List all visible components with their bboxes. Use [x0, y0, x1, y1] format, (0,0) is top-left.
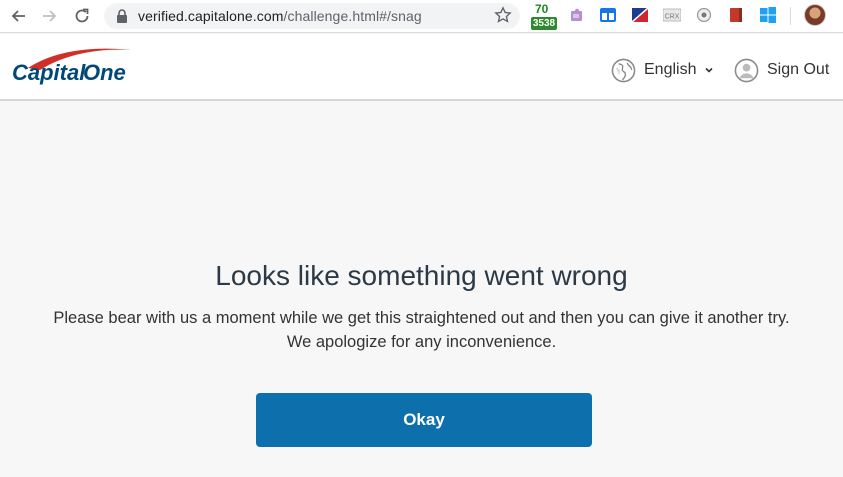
main-content: Looks like something went wrong Please b… — [0, 101, 843, 477]
capital-one-logo[interactable]: Capital One — [10, 44, 140, 92]
browser-toolbar: verified.capitalone.com/challenge.html#/… — [0, 0, 843, 33]
user-avatar-icon — [734, 58, 759, 82]
target-extension-icon[interactable] — [695, 6, 713, 24]
logo-text-capital: Capital — [12, 60, 86, 85]
url-host: verified.capitalone.com — [138, 8, 284, 24]
signout-label: Sign Out — [767, 61, 830, 78]
window-extension-icon[interactable] — [599, 6, 617, 24]
flag-extension-icon[interactable] — [631, 6, 649, 24]
globe-icon — [611, 58, 636, 82]
forward-arrow-icon — [43, 10, 57, 22]
forward-button[interactable] — [38, 4, 62, 28]
badge-top-count: 70 — [535, 2, 549, 16]
signout-link[interactable]: Sign Out — [734, 57, 829, 83]
badge-bottom-count: 3538 — [531, 17, 557, 30]
site-header: Capital One English Sign Out — [0, 34, 843, 101]
puzzle-extension-icon[interactable] — [568, 6, 586, 24]
language-label: English — [644, 61, 697, 78]
book-extension-icon[interactable] — [727, 6, 745, 24]
profile-avatar[interactable] — [804, 4, 826, 26]
error-title: Looks like something went wrong — [215, 260, 628, 291]
crx-extension-icon[interactable]: CRX — [663, 6, 681, 24]
url-text: verified.capitalone.com/challenge.html#/… — [138, 8, 422, 24]
lock-icon — [117, 9, 127, 23]
url-path: /challenge.html#/snag — [283, 8, 422, 24]
windows-extension-icon[interactable] — [759, 6, 777, 24]
logo-swoosh-icon: Capital One — [12, 48, 130, 85]
badge-extension[interactable]: 70 3538 — [531, 2, 557, 30]
bookmark-star-icon[interactable] — [494, 6, 512, 24]
logo-text-one: One — [83, 60, 126, 85]
crx-extension-label: CRX — [665, 14, 680, 21]
reload-button[interactable] — [70, 4, 94, 28]
chevron-down-icon — [705, 67, 714, 73]
language-selector[interactable]: English — [611, 57, 714, 83]
error-message: Please bear with us a moment while we ge… — [53, 309, 790, 351]
back-button[interactable] — [6, 4, 30, 28]
back-arrow-icon — [11, 10, 25, 22]
toolbar-separator — [790, 7, 791, 25]
okay-button[interactable]: Okay — [256, 393, 592, 447]
address-bar[interactable]: verified.capitalone.com/challenge.html#/… — [104, 3, 520, 29]
reload-icon — [75, 8, 89, 23]
